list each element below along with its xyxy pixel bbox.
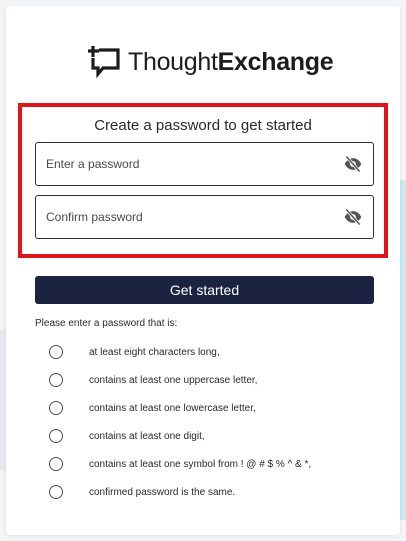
rule-status-radio (49, 345, 63, 359)
rule-label: contains at least one uppercase letter, (89, 374, 258, 386)
rule-status-radio (49, 485, 63, 499)
brand-name-light: Thought (128, 47, 218, 76)
rule-status-radio (49, 457, 63, 471)
password-input[interactable] (46, 157, 343, 171)
password-rule-uppercase: contains at least one uppercase letter, (49, 371, 257, 389)
thoughtexchange-logo-icon (88, 46, 120, 79)
rule-status-radio (49, 429, 63, 443)
eye-slash-icon[interactable] (343, 154, 363, 174)
brand-name-bold: Exchange (217, 47, 334, 76)
rule-status-radio (49, 401, 63, 415)
rule-label: contains at least one digit, (89, 430, 205, 442)
password-rule-lowercase: contains at least one lowercase letter, (49, 399, 256, 417)
signup-card: ThoughtExchange Create a password to get… (6, 6, 400, 535)
confirm-password-input[interactable] (46, 210, 343, 224)
form-title: Create a password to get started (94, 117, 312, 134)
eye-slash-icon[interactable] (343, 207, 363, 227)
rule-label: confirmed password is the same. (89, 486, 236, 498)
rule-label: contains at least one lowercase letter, (89, 402, 256, 414)
brand-logo: ThoughtExchange (86, 44, 334, 80)
password-rule-length: at least eight characters long, (49, 343, 220, 361)
password-rule-digit: contains at least one digit, (49, 427, 205, 445)
rule-label: contains at least one symbol from ! @ # … (89, 458, 312, 470)
brand-name: ThoughtExchange (128, 47, 334, 77)
password-rule-symbol: contains at least one symbol from ! @ # … (49, 455, 311, 473)
password-rule-match: confirmed password is the same. (49, 483, 235, 501)
confirm-password-field[interactable] (35, 195, 374, 239)
rule-status-radio (49, 373, 63, 387)
rule-label: at least eight characters long, (89, 346, 220, 358)
get-started-button[interactable]: Get started (35, 276, 374, 304)
password-field[interactable] (35, 142, 374, 186)
page: ThoughtExchange Create a password to get… (0, 0, 406, 541)
password-rules-title: Please enter a password that is: (35, 318, 178, 329)
